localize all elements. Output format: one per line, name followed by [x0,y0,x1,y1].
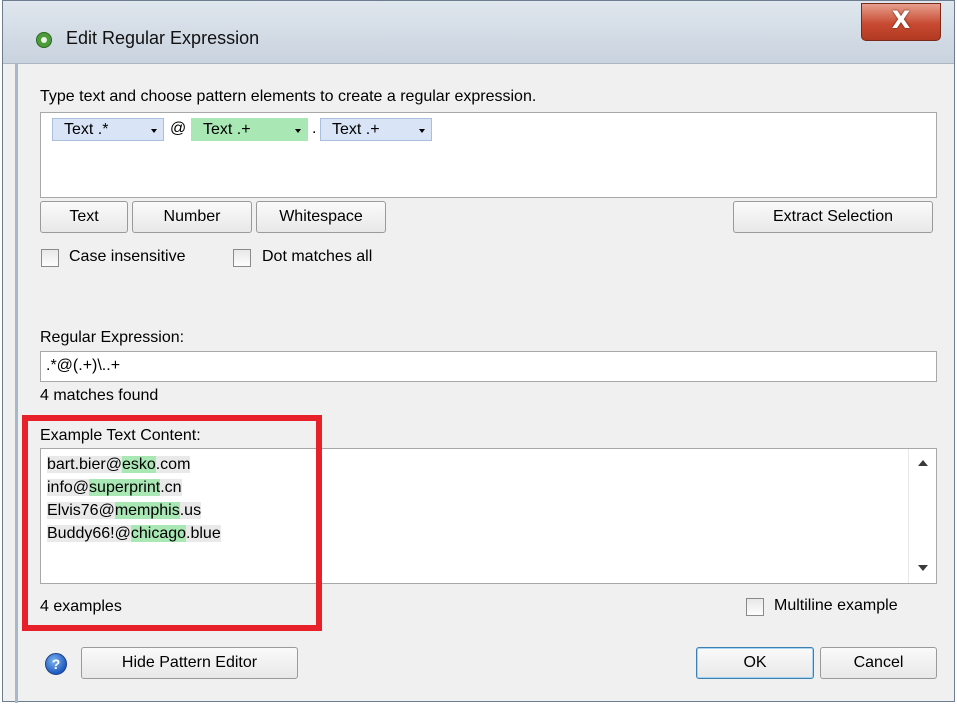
pattern-token-label: Text .+ [203,121,251,138]
pattern-token-3[interactable]: Text .+ [320,118,432,141]
title-bar[interactable]: Edit Regular Expression X [3,1,954,64]
pattern-token-2[interactable]: Text .+ [191,118,308,141]
whitespace-element-button[interactable]: Whitespace [256,201,386,233]
case-insensitive-label: Case insensitive [69,248,186,265]
dropdown-arrow-icon[interactable] [295,129,301,133]
pattern-instruction: Type text and choose pattern elements to… [40,88,537,105]
dropdown-arrow-icon[interactable] [151,129,157,133]
dot-matches-all-label: Dot matches all [262,248,373,265]
window-edge [15,63,18,703]
text-element-button[interactable]: Text [40,201,128,233]
highlight-frame [22,415,322,631]
window-title: Edit Regular Expression [66,28,260,48]
close-button[interactable]: X [861,3,941,41]
pattern-separator-at: @ [170,120,187,137]
dot-matches-all-checkbox[interactable] [233,249,251,267]
dropdown-arrow-icon[interactable] [419,129,425,133]
cancel-button[interactable]: Cancel [820,647,937,679]
ok-button[interactable]: OK [696,647,814,679]
regex-label: Regular Expression: [40,329,185,346]
regex-input[interactable]: .*@(.+)\..+ [40,351,937,382]
pattern-token-1[interactable]: Text .* [52,118,164,141]
edit-regex-dialog: Edit Regular Expression X Type text and … [2,0,955,703]
pattern-token-label: Text .+ [332,121,380,138]
multiline-example-label: Multiline example [774,597,898,614]
example-scrollbar[interactable] [908,449,936,583]
close-icon: X [891,6,911,34]
pattern-separator-dot: . [312,120,317,137]
number-element-button[interactable]: Number [132,201,252,233]
extract-selection-button[interactable]: Extract Selection [733,201,933,233]
pattern-token-label: Text .* [64,121,109,138]
scroll-down-icon[interactable] [918,565,928,571]
hide-pattern-editor-button[interactable]: Hide Pattern Editor [81,647,298,679]
multiline-example-checkbox[interactable] [746,598,764,616]
app-icon [36,32,52,48]
match-status: 4 matches found [40,387,159,404]
help-icon[interactable]: ? [45,653,67,675]
pattern-editor-area[interactable]: Text .* @ Text .+ . Text .+ [40,112,937,198]
scroll-up-icon[interactable] [918,460,928,466]
case-insensitive-checkbox[interactable] [41,249,59,267]
